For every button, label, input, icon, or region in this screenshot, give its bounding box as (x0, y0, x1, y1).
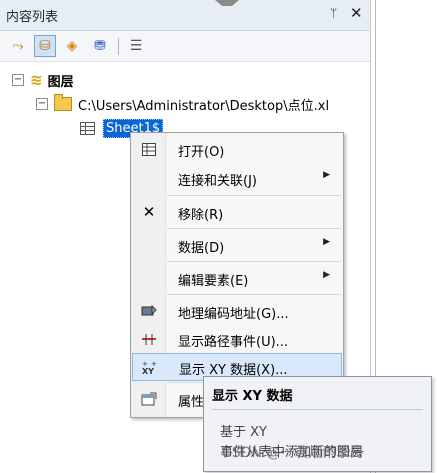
menu-item-remove[interactable]: ✕ 移除(R) (132, 199, 342, 225)
options-icon[interactable]: ☰ (126, 36, 146, 56)
menu-item-label: 连接和关联(J) (178, 174, 257, 189)
submenu-arrow-icon: ▶ (323, 170, 330, 180)
menu-item-edit-features[interactable]: 编辑要素(E) ▶ (132, 265, 342, 291)
menu-separator (167, 228, 341, 229)
menu-separator (167, 261, 341, 262)
folder-icon (54, 94, 72, 111)
tree-folder-node[interactable]: − C:\Users\Administrator\Desktop\点位.xl (36, 94, 329, 114)
panel-titlebar: 内容列表 ᛘ ✕ (0, 0, 370, 31)
menu-item-label: 属性 (178, 395, 205, 410)
submenu-arrow-icon: ▶ (323, 237, 330, 247)
submenu-arrow-icon: ▶ (323, 270, 330, 280)
svg-text:XY: XY (142, 367, 154, 375)
collapse-icon[interactable]: − (36, 98, 48, 110)
list-by-source-icon[interactable]: ⛁ (34, 35, 56, 57)
menu-separator (167, 294, 341, 295)
watermark: CSDN @一蓑烟雨挚舟 (222, 445, 365, 461)
tooltip-line-1: 基于 XY (220, 425, 267, 440)
pin-icon[interactable]: ᛘ (330, 6, 337, 20)
toc-toolbar: ⤳ ⛁ ◈ ⛃ ☰ (0, 31, 370, 62)
list-by-selection-icon[interactable]: ⛃ (90, 36, 110, 56)
menu-item-display-route-events[interactable]: 显示路径事件(U)... (132, 326, 342, 352)
menu-item-joins-relates[interactable]: 连接和关联(J) ▶ (132, 165, 342, 191)
properties-icon (140, 391, 158, 407)
menu-item-label: 编辑要素(E) (178, 274, 249, 289)
menu-item-label: 显示路径事件(U)... (178, 335, 289, 350)
remove-icon: ✕ (142, 203, 156, 221)
toolbar-separator (118, 38, 119, 55)
menu-item-label: 移除(R) (178, 208, 224, 223)
layers-icon: ≋ (30, 71, 43, 89)
geocode-icon (140, 303, 158, 319)
collapse-icon[interactable]: − (12, 74, 24, 86)
list-by-visibility-icon[interactable]: ◈ (62, 36, 82, 56)
route-events-icon (140, 331, 158, 347)
open-table-icon (140, 141, 158, 157)
tree-root-layers[interactable]: − ≋ 图层 (12, 70, 74, 90)
xy-data-icon: + + XY (141, 359, 159, 375)
menu-separator (167, 195, 341, 196)
menu-item-label: 数据(D) (178, 241, 225, 256)
menu-item-label: 地理编码地址(G)... (178, 307, 289, 322)
tooltip-separator (212, 409, 423, 410)
close-icon[interactable]: ✕ (350, 4, 363, 22)
tooltip-title: 显示 XY 数据 (212, 389, 293, 404)
menu-item-geocode-addresses[interactable]: 地理编码地址(G)... (132, 298, 342, 324)
table-icon (80, 121, 95, 135)
list-by-drawing-order-icon[interactable]: ⤳ (8, 36, 28, 56)
panel-title: 内容列表 (6, 10, 59, 25)
menu-item-data[interactable]: 数据(D) ▶ (132, 232, 342, 258)
menu-item-label: 打开(O) (178, 145, 225, 160)
root-layer-label: 图层 (47, 74, 74, 90)
folder-path-label: C:\Users\Administrator\Desktop\点位.xl (78, 98, 330, 114)
menu-item-open[interactable]: 打开(O) (132, 136, 342, 162)
